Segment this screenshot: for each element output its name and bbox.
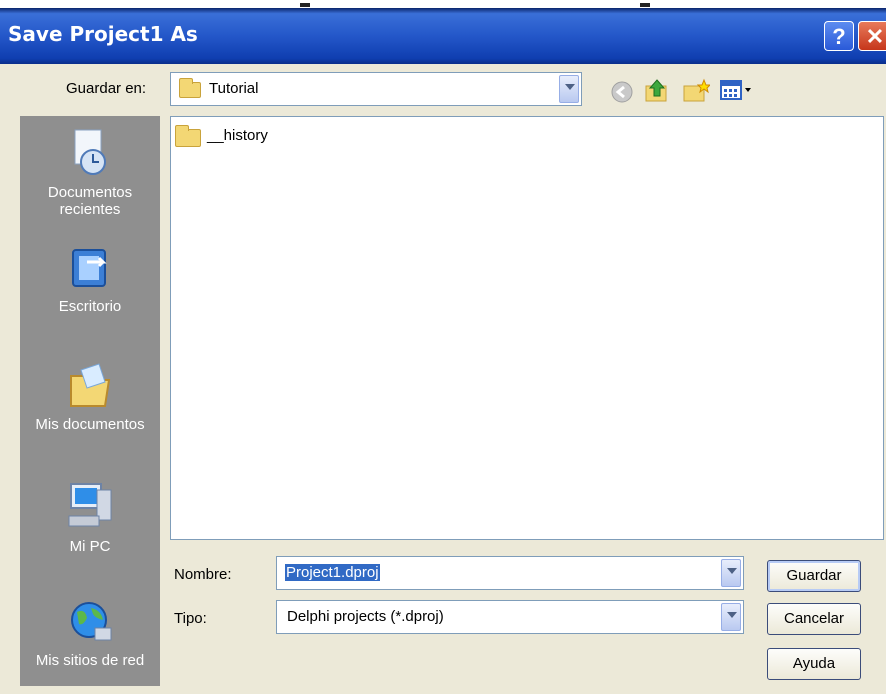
place-my-documents[interactable]: Mis documentos (20, 360, 160, 433)
filetype-value: Delphi projects (*.dproj) (287, 608, 444, 625)
place-recent-documents[interactable]: Documentos recientes (20, 128, 160, 218)
dialog-title: Save Project1 As (8, 22, 198, 46)
recent-documents-icon (74, 129, 106, 175)
chevron-down-icon[interactable] (721, 603, 741, 631)
file-list[interactable]: __history (170, 116, 884, 540)
help-dialog-button[interactable]: Ayuda (767, 648, 861, 680)
cancel-button[interactable]: Cancelar (767, 603, 861, 635)
close-button[interactable]: ✕ (858, 21, 886, 51)
place-my-computer[interactable]: Mi PC (20, 478, 160, 555)
filetype-label: Tipo: (174, 610, 207, 627)
place-desktop[interactable]: Escritorio (20, 246, 160, 315)
help-button[interactable]: ? (824, 21, 854, 51)
place-label: Mi PC (69, 538, 111, 555)
place-label: Escritorio (58, 298, 122, 315)
save-dialog: Save Project1 As ? ✕ Guardar en: Tutoria… (0, 0, 886, 694)
save-in-combo[interactable]: Tutorial (170, 72, 582, 106)
network-places-icon (71, 602, 112, 641)
chevron-down-icon[interactable] (559, 75, 579, 103)
up-folder-icon[interactable] (644, 76, 670, 104)
filename-field[interactable]: Project1.dproj (276, 556, 744, 590)
file-name: __history (207, 127, 268, 144)
my-computer-icon (68, 483, 112, 527)
place-label: Documentos recientes (47, 184, 133, 218)
place-network[interactable]: Mis sitios de red (20, 596, 160, 669)
new-folder-icon[interactable] (682, 78, 710, 104)
folder-icon (179, 78, 201, 98)
top-strip (0, 0, 886, 8)
save-in-value: Tutorial (209, 80, 259, 97)
filetype-select[interactable]: Delphi projects (*.dproj) (276, 600, 744, 634)
save-in-label: Guardar en: (66, 80, 147, 97)
view-menu-icon[interactable] (720, 80, 756, 102)
back-icon[interactable] (610, 80, 634, 104)
place-label: Mis sitios de red (35, 652, 145, 669)
filename-label: Nombre: (174, 566, 232, 583)
my-documents-icon (70, 363, 111, 407)
title-bar: Save Project1 As ? ✕ (0, 8, 886, 64)
list-item[interactable]: __history (175, 125, 315, 147)
filename-value: Project1.dproj (285, 564, 380, 581)
desktop-icon (72, 249, 107, 287)
chevron-down-icon[interactable] (721, 559, 741, 587)
place-label: Mis documentos (35, 416, 145, 433)
save-button[interactable]: Guardar (767, 560, 861, 592)
folder-icon (175, 125, 201, 147)
places-bar: Documentos recientes Escritorio Mis docu… (20, 116, 160, 686)
